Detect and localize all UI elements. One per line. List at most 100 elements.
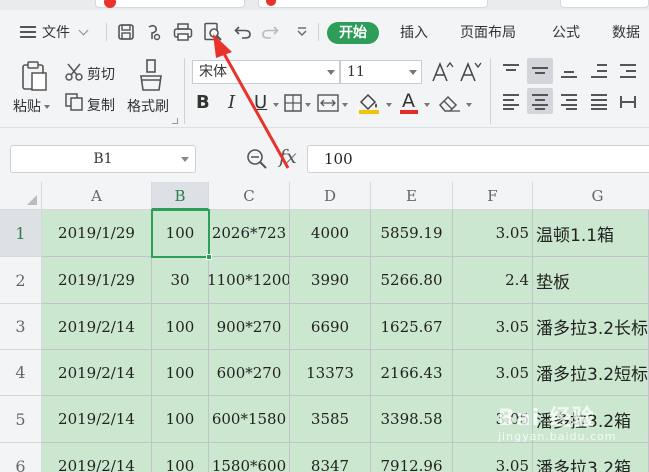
column-header[interactable]: G — [533, 182, 649, 210]
table-cell[interactable]: 2019/2/14 — [42, 350, 152, 396]
table-cell[interactable]: 3990 — [290, 257, 371, 304]
paste-icon[interactable] — [18, 60, 50, 92]
table-cell[interactable]: 1625.67 — [371, 304, 453, 350]
chevron-down-icon[interactable] — [386, 103, 392, 107]
table-cell[interactable]: 30 — [152, 257, 209, 304]
table-cell[interactable]: 2019/2/14 — [42, 396, 152, 443]
table-cell[interactable]: 1100*1200 — [209, 257, 290, 304]
table-cell[interactable]: 1580*600 — [209, 443, 290, 472]
increase-font-icon[interactable] — [430, 60, 454, 84]
customize-toolbar-icon[interactable] — [291, 21, 313, 43]
row-header[interactable]: 5 — [0, 396, 42, 443]
document-tab[interactable] — [560, 0, 649, 8]
table-cell[interactable]: 2019/1/29 — [42, 257, 152, 304]
table-cell[interactable]: 垫板 — [533, 257, 649, 304]
table-cell[interactable]: 600*1580 — [209, 396, 290, 443]
table-cell[interactable]: 2026*723 — [209, 210, 290, 257]
dialog-launcher-icon[interactable] — [172, 118, 178, 124]
document-tab[interactable] — [95, 0, 245, 8]
chevron-down-icon[interactable] — [466, 103, 472, 107]
row-header[interactable]: 2 — [0, 257, 42, 304]
table-cell[interactable]: 4000 — [290, 210, 371, 257]
select-all-corner[interactable] — [0, 182, 42, 210]
tab-home[interactable]: 开始 — [327, 22, 379, 44]
column-header[interactable]: E — [371, 182, 453, 210]
font-color-icon[interactable]: A — [398, 90, 420, 114]
format-painter-button[interactable]: 格式刷 — [127, 96, 169, 116]
table-cell[interactable]: 100 — [152, 396, 209, 443]
increase-indent-icon[interactable] — [615, 58, 641, 84]
align-bottom-icon[interactable] — [556, 58, 582, 84]
table-cell[interactable]: 6690 — [290, 304, 371, 350]
align-right-icon[interactable] — [556, 88, 582, 114]
bold-button[interactable]: B — [196, 92, 210, 113]
table-cell[interactable]: 100 — [152, 350, 209, 396]
table-cell[interactable]: 5859.19 — [371, 210, 453, 257]
justify-icon[interactable] — [586, 88, 612, 114]
copy-button[interactable]: 复制 — [87, 95, 115, 115]
align-left-icon[interactable] — [498, 88, 524, 114]
align-center-icon[interactable] — [527, 88, 553, 114]
save-icon[interactable] — [115, 21, 137, 43]
name-box[interactable]: B1 — [10, 145, 196, 173]
file-menu-button[interactable]: 文件 — [20, 21, 89, 43]
table-cell[interactable]: 900*270 — [209, 304, 290, 350]
row-header[interactable]: 6 — [0, 443, 42, 472]
table-cell[interactable]: 3.05 — [453, 210, 533, 257]
align-top-icon[interactable] — [498, 58, 524, 84]
font-size-select[interactable]: 11 — [340, 60, 422, 84]
table-cell[interactable]: 600*270 — [209, 350, 290, 396]
row-header[interactable]: 3 — [0, 304, 42, 350]
table-cell[interactable]: 2019/2/14 — [42, 443, 152, 472]
fill-color-icon[interactable] — [356, 92, 382, 114]
table-cell[interactable]: 潘多拉3.2短标 — [533, 350, 649, 396]
row-header[interactable]: 4 — [0, 350, 42, 396]
tab-page-layout[interactable]: 页面布局 — [460, 22, 516, 44]
decrease-font-icon[interactable] — [458, 60, 482, 84]
table-cell[interactable]: 2166.43 — [371, 350, 453, 396]
table-cell[interactable]: 3398.58 — [371, 396, 453, 443]
table-cell[interactable]: 100 — [152, 443, 209, 472]
print-preview-icon[interactable] — [202, 21, 224, 43]
chevron-down-icon[interactable] — [342, 103, 348, 107]
table-cell[interactable]: 潘多拉3.2箱 — [533, 443, 649, 472]
clear-icon[interactable] — [436, 93, 462, 113]
cut-button[interactable]: 剪切 — [87, 64, 115, 84]
tab-formulas[interactable]: 公式 — [552, 22, 580, 44]
formula-input[interactable]: 100 — [307, 145, 649, 173]
table-cell[interactable]: 100 — [152, 304, 209, 350]
chevron-down-icon[interactable] — [273, 103, 279, 107]
italic-button[interactable]: I — [228, 92, 235, 113]
table-cell[interactable]: 2019/2/14 — [42, 304, 152, 350]
column-header[interactable]: C — [209, 182, 290, 210]
paste-button[interactable]: 粘贴 — [13, 96, 50, 116]
output-pdf-icon[interactable] — [143, 21, 165, 43]
table-cell[interactable]: 13373 — [290, 350, 371, 396]
table-cell[interactable]: 2.4 — [453, 257, 533, 304]
table-cell[interactable]: 温顿1.1箱 — [533, 210, 649, 257]
table-cell[interactable]: 3.05 — [453, 443, 533, 472]
merge-cells-icon[interactable] — [316, 93, 340, 113]
column-header[interactable]: F — [453, 182, 533, 210]
underline-button[interactable]: U — [254, 92, 267, 113]
distributed-align-icon[interactable] — [615, 88, 641, 114]
table-cell[interactable]: 8347 — [290, 443, 371, 472]
print-icon[interactable] — [172, 21, 194, 43]
fill-handle[interactable] — [206, 254, 212, 260]
table-cell[interactable]: 5266.80 — [371, 257, 453, 304]
chevron-down-icon[interactable] — [424, 103, 430, 107]
tab-data[interactable]: 数据 — [612, 22, 640, 44]
redo-icon[interactable] — [259, 21, 281, 43]
tab-insert[interactable]: 插入 — [400, 22, 428, 44]
zoom-lookup-icon[interactable] — [246, 148, 268, 170]
table-cell[interactable]: 3.05 — [453, 350, 533, 396]
align-middle-icon[interactable] — [527, 58, 553, 84]
table-cell[interactable]: 3585 — [290, 396, 371, 443]
insert-function-button[interactable]: fx — [279, 146, 297, 168]
table-cell[interactable]: 7912.96 — [371, 443, 453, 472]
column-header[interactable]: A — [42, 182, 152, 210]
borders-icon[interactable] — [283, 93, 303, 113]
table-cell[interactable]: 潘多拉3.2长标 — [533, 304, 649, 350]
table-cell[interactable]: 3.05 — [453, 304, 533, 350]
font-name-select[interactable]: 宋体 — [192, 60, 340, 84]
